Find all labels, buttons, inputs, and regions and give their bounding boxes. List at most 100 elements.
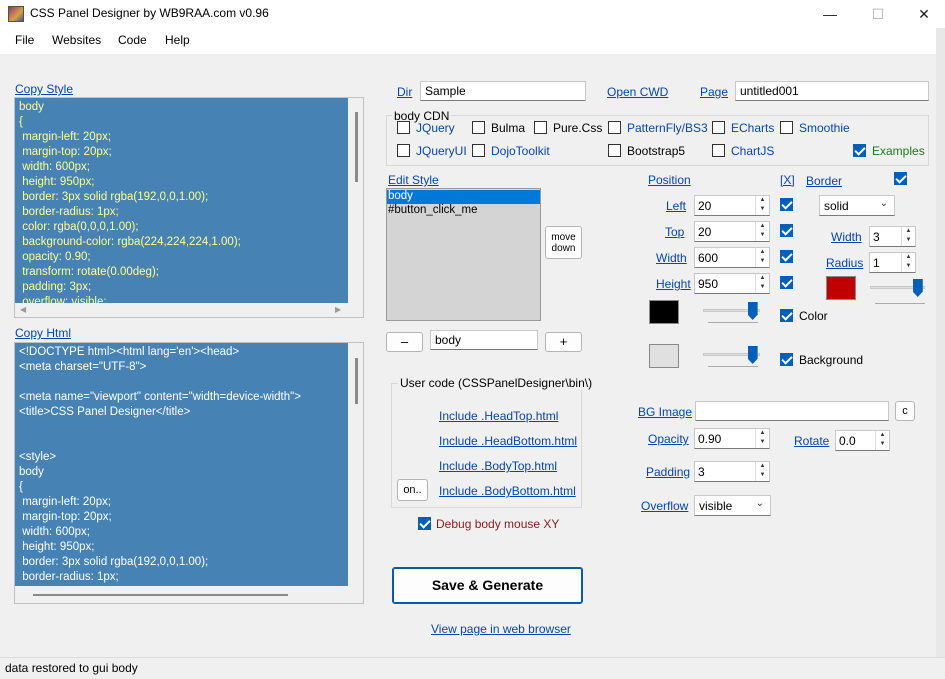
height-checkbox[interactable] [780,276,793,289]
cdn-label: JQueryUI [416,144,467,158]
page-link[interactable]: Page [700,85,728,99]
color-swatch[interactable] [649,300,679,324]
include-bodytop-link[interactable]: Include .BodyTop.html [439,459,557,473]
overflow-link[interactable]: Overflow [641,499,688,513]
border-checkbox[interactable] [894,172,907,185]
minimize-button[interactable]: — [807,0,853,28]
top-spinner[interactable]: 20 ▲ ▼ [694,221,770,242]
border-alpha-slider-thumb[interactable] [912,279,923,297]
cdn-checkbox[interactable] [472,121,485,134]
html-vscroll-thumb[interactable] [355,358,358,404]
spin-arrows-icon[interactable]: ▲ ▼ [901,227,915,246]
move-down-button[interactable]: move down [545,226,582,259]
remove-style-button[interactable]: – [386,332,423,352]
position-x-link[interactable]: [X] [780,173,795,187]
open-cwd-link[interactable]: Open CWD [607,85,668,99]
style-list-item-selected[interactable]: body [387,190,540,204]
padding-spinner[interactable]: 3 ▲ ▼ [694,461,770,482]
border-style-select[interactable]: solid ⌄ [819,195,895,216]
cdn-checkbox[interactable] [608,144,621,157]
width-checkbox[interactable] [780,250,793,263]
spin-arrows-icon[interactable]: ▲ ▼ [875,431,889,450]
border-radius-spinner[interactable]: 1 ▲ ▼ [869,252,916,273]
include-headbottom-link[interactable]: Include .HeadBottom.html [439,434,577,448]
cdn-checkbox[interactable] [608,121,621,134]
opacity-spinner[interactable]: 0.90 ▲ ▼ [694,428,770,449]
cdn-checkbox[interactable] [712,121,725,134]
dir-input[interactable]: Sample [420,81,586,101]
cdn-checkbox[interactable] [397,144,410,157]
cdn-checkbox[interactable] [472,144,485,157]
background-alpha-slider-thumb[interactable] [747,346,758,364]
style-hscrollbar[interactable] [15,303,348,317]
left-checkbox[interactable] [780,198,793,211]
width-spinner[interactable]: 600 ▲ ▼ [694,247,770,268]
border-radius-link[interactable]: Radius [826,256,863,270]
scroll-right-arrow-icon[interactable]: ▶ [335,305,341,314]
html-hscroll-thumb[interactable] [33,594,288,596]
padding-link[interactable]: Padding [646,465,690,479]
top-checkbox[interactable] [780,224,793,237]
style-name-input[interactable]: body [430,330,538,350]
background-checkbox[interactable] [780,353,793,366]
spin-arrows-icon[interactable]: ▲ ▼ [755,248,769,267]
background-swatch[interactable] [649,344,679,368]
cdn-checkbox[interactable] [397,121,410,134]
style-code-text[interactable]: body { margin-left: 20px; margin-top: 20… [15,98,348,303]
menu-help[interactable]: Help [165,33,190,47]
spin-arrows-icon[interactable]: ▲ ▼ [755,222,769,241]
add-style-button[interactable]: + [545,332,582,352]
copy-style-link[interactable]: Copy Style [15,82,73,96]
cdn-checkbox[interactable] [534,121,547,134]
style-vscroll-thumb[interactable] [355,112,358,182]
maximize-button[interactable]: ☐ [855,0,901,28]
border-color-swatch[interactable] [826,276,856,300]
overflow-select[interactable]: visible ⌄ [694,495,771,516]
menu-websites-label: Websites [52,33,102,47]
color-alpha-slider-thumb[interactable] [747,302,758,320]
page-input[interactable]: untitled001 [735,81,929,101]
spin-arrows-icon[interactable]: ▲ ▼ [901,253,915,272]
bg-image-link[interactable]: BG Image [638,405,692,419]
debug-checkbox[interactable] [418,517,431,530]
spin-arrows-icon[interactable]: ▲ ▼ [755,429,769,448]
padding-value: 3 [698,465,705,479]
view-in-browser-link[interactable]: View page in web browser [431,622,571,636]
left-spinner[interactable]: 20 ▲ ▼ [694,195,770,216]
scroll-left-arrow-icon[interactable]: ◀ [20,305,26,314]
rotate-spinner[interactable]: 0.0 ▲ ▼ [835,430,890,451]
height-link[interactable]: Height [656,277,691,291]
dir-link[interactable]: Dir [397,85,412,99]
border-width-link[interactable]: Width [831,230,862,244]
border-link[interactable]: Border [806,174,842,188]
position-link[interactable]: Position [648,173,691,187]
color-checkbox[interactable] [780,309,793,322]
left-link[interactable]: Left [666,199,686,213]
on-button[interactable]: on.. [397,479,428,501]
cdn-checkbox[interactable] [780,121,793,134]
save-generate-button[interactable]: Save & Generate [392,567,583,604]
top-link[interactable]: Top [665,225,684,239]
width-link[interactable]: Width [656,251,687,265]
menu-websites[interactable]: Websites [52,33,101,47]
html-code-text[interactable]: <!DOCTYPE html><html lang='en'><head> <m… [15,343,348,586]
close-button[interactable]: ✕ [901,0,945,28]
edit-style-link[interactable]: Edit Style [388,173,439,187]
menu-code[interactable]: Code [118,33,147,47]
include-bodybottom-link[interactable]: Include .BodyBottom.html [439,484,576,498]
rotate-link[interactable]: Rotate [794,434,829,448]
style-list-item[interactable]: #button_click_me [388,204,478,216]
bg-image-clear-button[interactable]: c [895,401,915,421]
cdn-checkbox[interactable] [712,144,725,157]
height-spinner[interactable]: 950 ▲ ▼ [694,273,770,294]
spin-arrows-icon[interactable]: ▲ ▼ [755,196,769,215]
copy-html-link[interactable]: Copy Html [15,326,71,340]
spin-arrows-icon[interactable]: ▲ ▼ [755,274,769,293]
opacity-link[interactable]: Opacity [648,432,689,446]
cdn-checkbox[interactable] [853,144,866,157]
bg-image-input[interactable] [695,401,889,421]
spin-arrows-icon[interactable]: ▲ ▼ [755,462,769,481]
menu-file[interactable]: File [15,33,34,47]
border-width-spinner[interactable]: 3 ▲ ▼ [869,226,916,247]
include-headtop-link[interactable]: Include .HeadTop.html [439,409,558,423]
